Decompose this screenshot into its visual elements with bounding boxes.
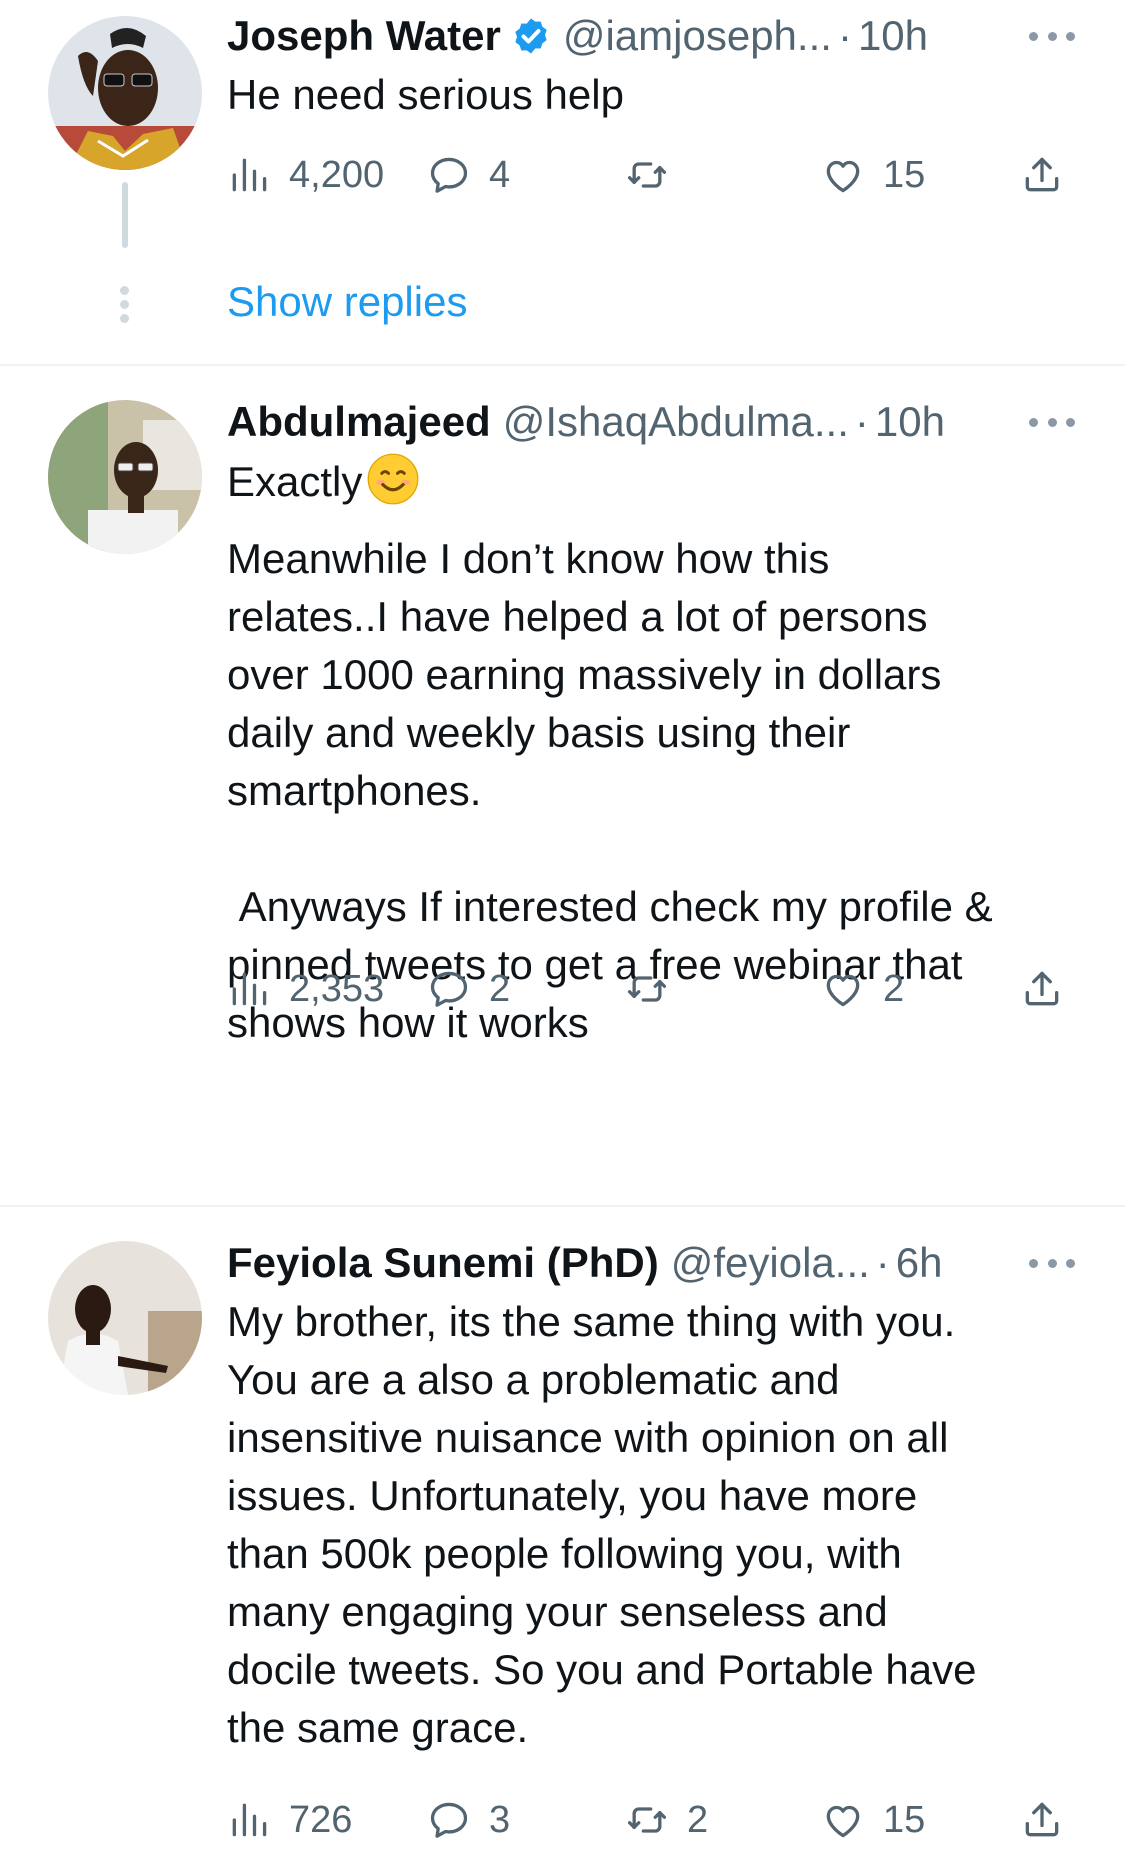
views-button[interactable]: 726 xyxy=(227,1790,352,1850)
views-button[interactable]: 4,200 xyxy=(227,145,384,205)
like-button[interactable]: 15 xyxy=(821,1790,925,1850)
timestamp[interactable]: 6h xyxy=(896,1239,943,1287)
reply-button[interactable]: 2 xyxy=(427,959,510,1019)
thread-dots xyxy=(120,286,130,328)
like-button[interactable]: 15 xyxy=(821,145,925,205)
reply-icon xyxy=(427,153,471,197)
show-replies-link[interactable]: Show replies xyxy=(227,278,467,326)
more-icon[interactable] xyxy=(1029,29,1075,43)
reply-count: 4 xyxy=(489,153,511,196)
separator-dot: · xyxy=(854,398,869,445)
like-button[interactable]: 2 xyxy=(821,959,904,1019)
avatar[interactable] xyxy=(48,1241,202,1395)
thread-line xyxy=(122,182,128,248)
display-name[interactable]: Feyiola Sunemi (PhD) xyxy=(227,1239,659,1287)
share-icon xyxy=(1020,153,1064,197)
tweet-text: He need serious help xyxy=(227,71,624,118)
timestamp[interactable]: 10h xyxy=(858,12,928,60)
retweet-count: 2 xyxy=(687,1798,709,1841)
share-button[interactable] xyxy=(1020,145,1064,205)
handle[interactable]: @IshaqAbdulma... xyxy=(503,398,849,446)
separator-dot: · xyxy=(837,12,852,59)
share-button[interactable] xyxy=(1020,1790,1064,1850)
action-bar: 2,353 2 2 xyxy=(227,959,1077,1019)
retweet-button[interactable]: 2 xyxy=(625,1790,708,1850)
like-icon xyxy=(821,967,865,1011)
display-name[interactable]: Joseph Water xyxy=(227,12,501,60)
like-count: 15 xyxy=(883,153,926,196)
smiling-face-emoji xyxy=(366,452,420,506)
tweet-text: My brother, its the same thing with you.… xyxy=(227,1298,977,1751)
handle[interactable]: @iamjoseph... xyxy=(563,12,832,60)
views-icon xyxy=(227,153,271,197)
tweet[interactable]: Abdulmajeed @IshaqAbdulma... · 10h Exact… xyxy=(0,366,1125,1206)
views-count: 4,200 xyxy=(289,153,385,196)
retweet-button[interactable] xyxy=(625,959,687,1019)
views-button[interactable]: 2,353 xyxy=(227,959,384,1019)
more-icon[interactable] xyxy=(1029,1256,1075,1270)
retweet-icon xyxy=(625,967,669,1011)
views-icon xyxy=(227,1798,271,1842)
tweet[interactable]: Joseph Water @iamjoseph... · 10h He need… xyxy=(0,0,1125,368)
share-icon xyxy=(1020,1798,1064,1842)
avatar[interactable] xyxy=(48,400,202,554)
views-icon xyxy=(227,967,271,1011)
reply-icon xyxy=(427,1798,471,1842)
action-bar: 4,200 4 15 xyxy=(227,145,1077,205)
action-bar: 726 3 2 15 xyxy=(227,1790,1077,1850)
tweet-text: Exactly xyxy=(227,452,1095,511)
views-count: 726 xyxy=(289,1798,353,1841)
display-name[interactable]: Abdulmajeed xyxy=(227,398,491,446)
share-icon xyxy=(1020,967,1064,1011)
like-icon xyxy=(821,1798,865,1842)
views-count: 2,353 xyxy=(289,967,385,1010)
more-icon[interactable] xyxy=(1029,415,1075,429)
reply-count: 2 xyxy=(489,967,511,1010)
timestamp[interactable]: 10h xyxy=(875,398,945,446)
retweet-icon xyxy=(625,1798,669,1842)
reply-count: 3 xyxy=(489,1798,511,1841)
tweet[interactable]: Feyiola Sunemi (PhD) @feyiola... · 6h My… xyxy=(0,1207,1125,1856)
verified-badge-icon xyxy=(511,16,551,56)
reply-icon xyxy=(427,967,471,1011)
retweet-button[interactable] xyxy=(625,145,687,205)
avatar[interactable] xyxy=(48,16,202,170)
handle[interactable]: @feyiola... xyxy=(671,1239,870,1287)
separator-dot: · xyxy=(875,1239,890,1286)
reply-button[interactable]: 4 xyxy=(427,145,510,205)
like-icon xyxy=(821,153,865,197)
tweet-text-first: Exactly xyxy=(227,458,363,505)
like-count: 2 xyxy=(883,967,905,1010)
reply-button[interactable]: 3 xyxy=(427,1790,510,1850)
share-button[interactable] xyxy=(1020,959,1064,1019)
like-count: 15 xyxy=(883,1798,926,1841)
retweet-icon xyxy=(625,153,669,197)
